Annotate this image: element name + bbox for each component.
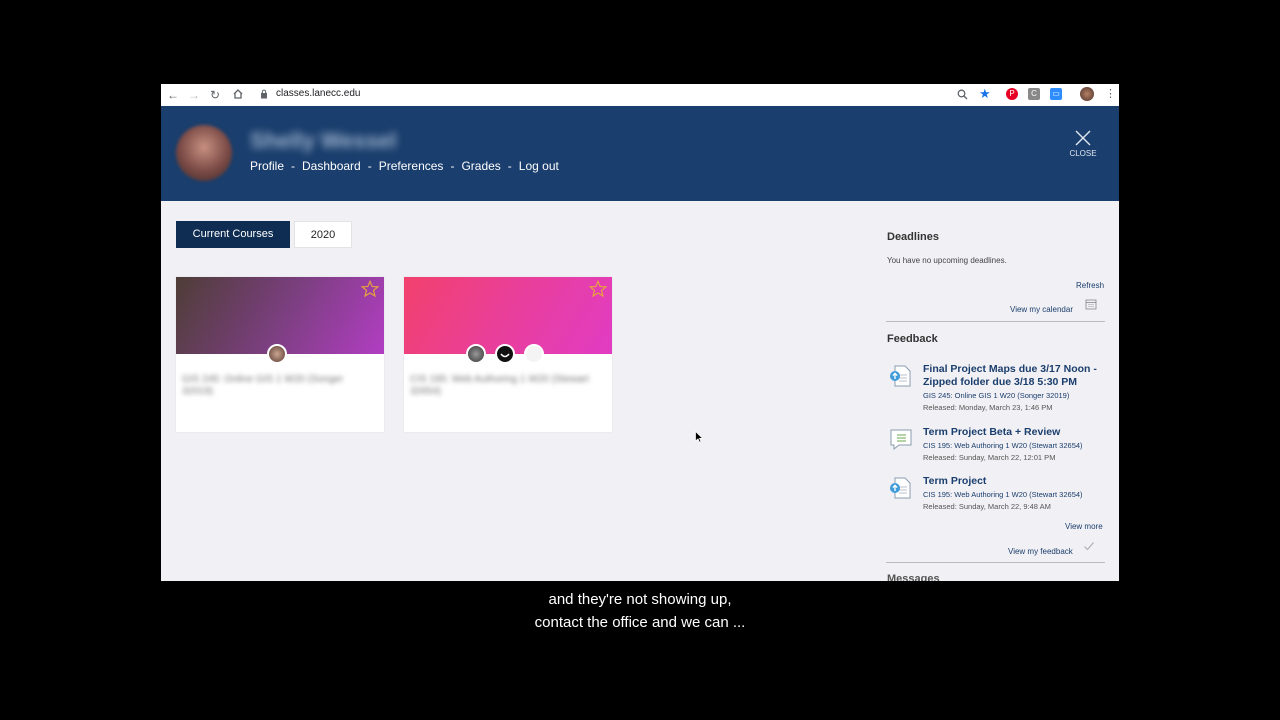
browser-toolbar: ← → ↻ classes.lanecc.edu ★ P C ▭ ⋮ bbox=[161, 84, 1119, 107]
messages-title: Messages bbox=[887, 573, 940, 581]
deadlines-title: Deadlines bbox=[887, 231, 939, 243]
feedback-title-link[interactable]: Final Project Maps due 3/17 Noon - Zippe… bbox=[923, 363, 1105, 389]
instructor-avatar bbox=[267, 344, 287, 364]
user-name: Shelly Wessel bbox=[250, 128, 397, 153]
feedback-course: CIS 195: Web Authoring 1 W20 (Stewart 32… bbox=[923, 441, 1083, 450]
calendar-icon bbox=[1085, 299, 1097, 310]
nav-logout-link[interactable]: Log out bbox=[519, 159, 559, 173]
course-card-banner bbox=[404, 277, 612, 354]
divider bbox=[886, 321, 1105, 322]
tab-2020[interactable]: 2020 bbox=[294, 221, 352, 248]
course-title[interactable]: GIS 245: Online GIS 1 W20 (Songer 32019) bbox=[182, 374, 362, 398]
profile-avatar-icon[interactable] bbox=[1080, 87, 1094, 101]
feedback-released: Released: Monday, March 23, 1:46 PM bbox=[923, 403, 1053, 412]
nav-grades-link[interactable]: Grades bbox=[461, 159, 500, 173]
browser-window: ← → ↻ classes.lanecc.edu ★ P C ▭ ⋮ Shell… bbox=[161, 84, 1119, 581]
course-card[interactable]: CIS 195: Web Authoring 1 W20 (Stewart 32… bbox=[404, 277, 612, 432]
user-avatar bbox=[176, 125, 232, 181]
close-button[interactable]: CLOSE bbox=[1068, 129, 1098, 158]
instructor-avatar bbox=[466, 344, 486, 364]
feedback-released: Released: Sunday, March 22, 12:01 PM bbox=[923, 453, 1056, 462]
feedback-title-link[interactable]: Term Project bbox=[923, 475, 1105, 488]
close-label: CLOSE bbox=[1069, 149, 1097, 158]
view-feedback-link[interactable]: View my feedback bbox=[1008, 541, 1094, 559]
back-icon[interactable]: ← bbox=[167, 87, 179, 103]
nav-preferences-link[interactable]: Preferences bbox=[379, 159, 444, 173]
forward-icon[interactable]: → bbox=[188, 87, 200, 103]
deadlines-empty: You have no upcoming deadlines. bbox=[887, 256, 1007, 265]
feedback-course: CIS 195: Web Authoring 1 W20 (Stewart 32… bbox=[923, 490, 1083, 499]
course-title[interactable]: CIS 195: Web Authoring 1 W20 (Stewart 32… bbox=[410, 374, 590, 398]
view-more-link[interactable]: View more bbox=[1065, 522, 1103, 531]
bookmark-star-icon[interactable]: ★ bbox=[979, 86, 991, 102]
comment-feedback-icon bbox=[890, 429, 912, 451]
extension-c-icon[interactable]: C bbox=[1028, 88, 1040, 100]
profile-header: Shelly Wessel Profile - Dashboard - Preferen… bbox=[161, 106, 1119, 201]
profile-nav: Profile - Dashboard - Preferences - Grades - Log… bbox=[250, 159, 559, 173]
favorite-star-icon[interactable] bbox=[589, 280, 607, 298]
feedback-released: Released: Sunday, March 22, 9:48 AM bbox=[923, 502, 1051, 511]
lock-icon bbox=[261, 89, 267, 99]
checkmark-icon bbox=[1084, 542, 1094, 551]
divider bbox=[886, 562, 1105, 563]
feedback-title: Feedback bbox=[887, 333, 938, 345]
feedback-title-link[interactable]: Term Project Beta + Review bbox=[923, 426, 1105, 439]
view-calendar-link[interactable]: View my calendar bbox=[1010, 299, 1097, 317]
instructor-avatar bbox=[524, 344, 544, 364]
subtitle-line: contact the office and we can ... bbox=[534, 614, 746, 631]
assignment-upload-icon bbox=[890, 365, 911, 387]
reload-icon[interactable]: ↻ bbox=[210, 87, 220, 103]
refresh-link[interactable]: Refresh bbox=[1076, 281, 1104, 290]
smiley-icon bbox=[500, 353, 510, 358]
instructor-avatar bbox=[495, 344, 515, 364]
tab-current-courses[interactable]: Current Courses bbox=[176, 221, 290, 248]
zoom-icon[interactable] bbox=[957, 89, 968, 100]
mouse-cursor-icon bbox=[695, 431, 703, 443]
view-feedback-label: View my feedback bbox=[1008, 547, 1073, 556]
subtitle-line: and they're not showing up, bbox=[548, 591, 732, 608]
url-field[interactable]: classes.lanecc.edu bbox=[276, 88, 361, 99]
zoom-video-icon[interactable]: ▭ bbox=[1050, 88, 1062, 100]
home-icon[interactable] bbox=[232, 88, 244, 100]
nav-dashboard-link[interactable]: Dashboard bbox=[302, 159, 361, 173]
feedback-course: GIS 245: Online GIS 1 W20 (Songer 32019) bbox=[923, 391, 1070, 400]
view-calendar-label: View my calendar bbox=[1010, 305, 1073, 314]
nav-profile-link[interactable]: Profile bbox=[250, 159, 284, 173]
assignment-upload-icon bbox=[890, 477, 911, 499]
pinterest-icon[interactable]: P bbox=[1006, 88, 1018, 100]
course-card-banner bbox=[176, 277, 384, 354]
close-icon bbox=[1075, 130, 1091, 146]
kebab-menu-icon[interactable]: ⋮ bbox=[1105, 87, 1116, 100]
favorite-star-icon[interactable] bbox=[361, 280, 379, 298]
course-card[interactable]: GIS 245: Online GIS 1 W20 (Songer 32019) bbox=[176, 277, 384, 432]
